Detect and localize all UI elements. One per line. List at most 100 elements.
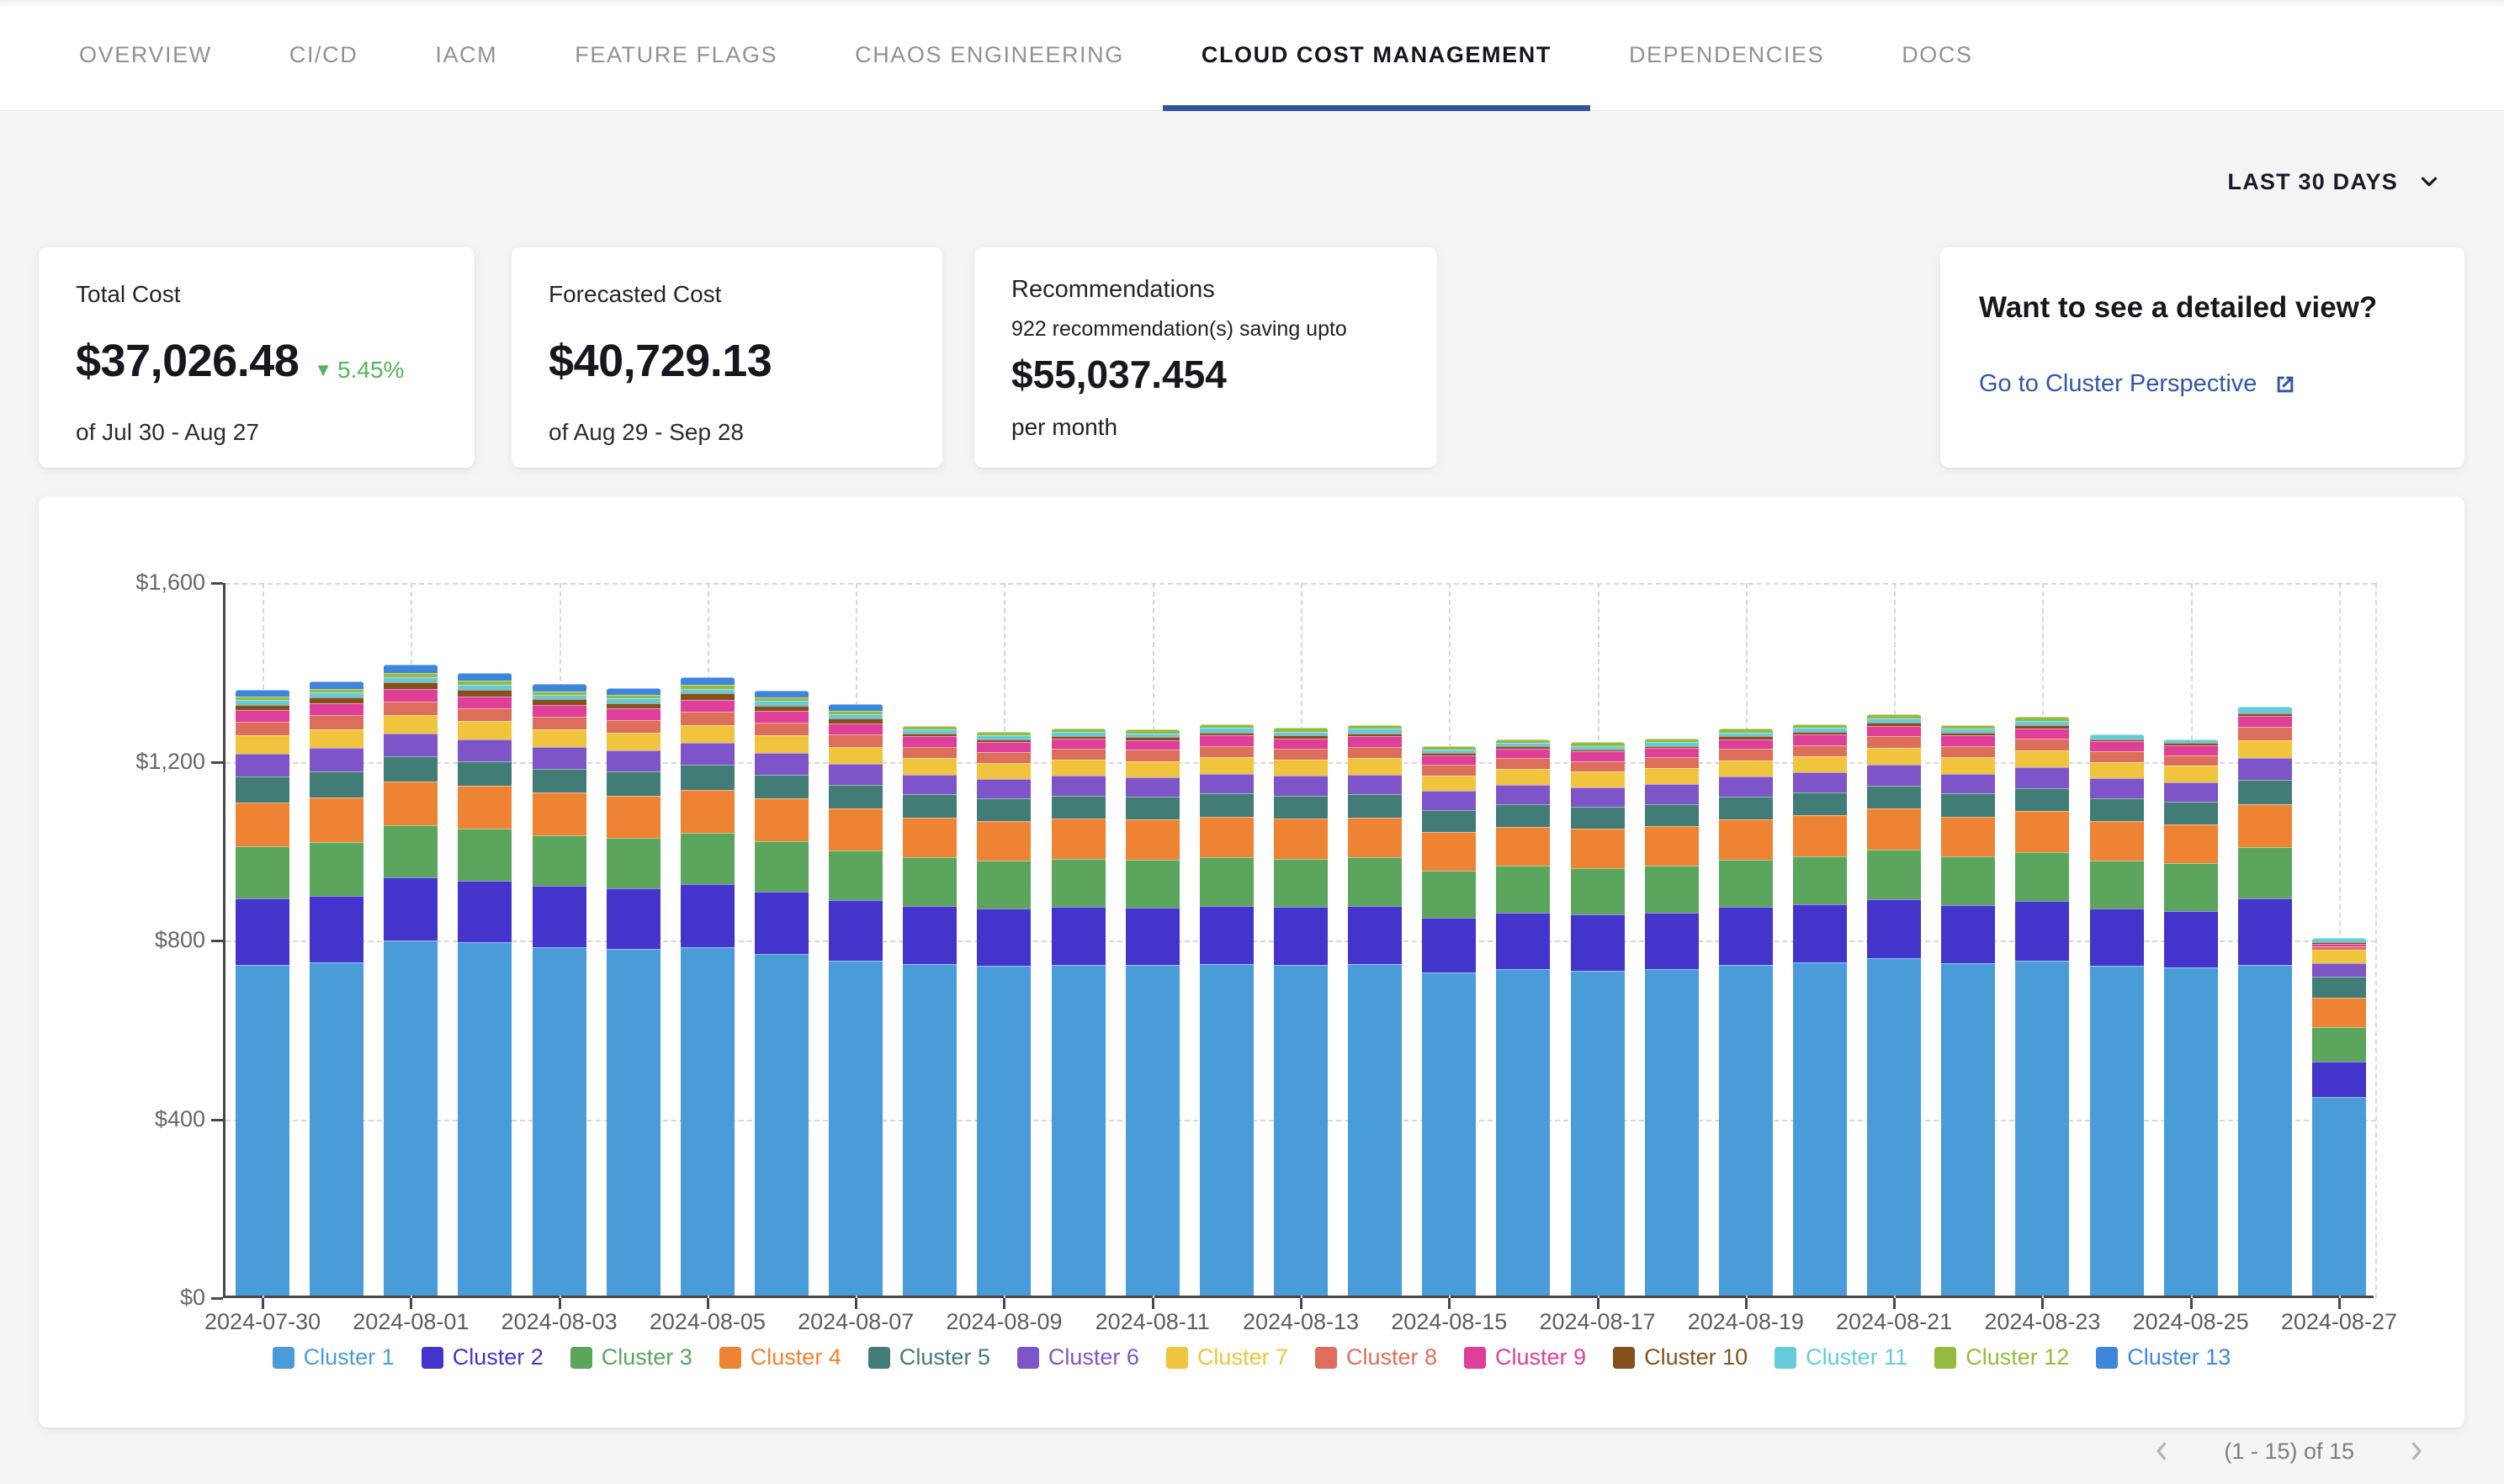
bar-segment-cluster-1-2024-08-23[interactable] [2015,961,2069,1296]
bar-segment-cluster-5-2024-08-08[interactable] [903,794,957,817]
bar-segment-cluster-6-2024-08-01[interactable] [384,734,438,756]
tab-dependencies[interactable]: DEPENDENCIES [1590,0,1863,110]
bar-segment-cluster-8-2024-08-10[interactable] [1052,749,1106,760]
bar-segment-cluster-9-2024-08-16[interactable] [1496,749,1550,758]
bar-segment-cluster-3-2024-08-27[interactable] [2312,1027,2366,1062]
bar-segment-cluster-1-2024-08-05[interactable] [681,947,735,1296]
bar-segment-cluster-5-2024-08-27[interactable] [2312,977,2366,998]
bar-segment-cluster-2-2024-08-09[interactable] [977,909,1031,966]
bar-segment-cluster-7-2024-08-19[interactable] [1719,761,1773,776]
bar-segment-cluster-2-2024-08-25[interactable] [2164,911,2218,967]
bar-segment-cluster-6-2024-08-26[interactable] [2238,758,2292,780]
bar-segment-cluster-9-2024-08-08[interactable] [903,736,957,746]
bar-segment-cluster-1-2024-08-04[interactable] [607,949,660,1296]
bar-segment-cluster-1-2024-08-03[interactable] [533,947,586,1296]
bar-segment-cluster-9-2024-08-26[interactable] [2238,716,2292,727]
bar-segment-cluster-7-2024-08-21[interactable] [1867,748,1921,765]
bar-segment-cluster-4-2024-08-11[interactable] [1126,819,1180,860]
tab-ci-cd[interactable]: CI/CD [251,0,397,110]
bar-segment-cluster-13-2024-08-02[interactable] [458,673,512,681]
bar-segment-cluster-9-2024-08-09[interactable] [977,742,1031,752]
bar-segment-cluster-7-2024-08-26[interactable] [2238,740,2292,758]
bar-segment-cluster-7-2024-08-06[interactable] [755,735,809,753]
bar-segment-cluster-7-2024-08-02[interactable] [458,721,512,739]
bar-segment-cluster-8-2024-08-17[interactable] [1571,761,1625,772]
bar-segment-cluster-9-2024-08-04[interactable] [607,708,660,720]
bar-segment-cluster-6-2024-08-23[interactable] [2015,767,2069,787]
bar-segment-cluster-3-2024-08-10[interactable] [1052,859,1106,907]
bar-segment-cluster-8-2024-08-07[interactable] [829,734,883,746]
bar-segment-cluster-9-2024-08-20[interactable] [1793,734,1847,745]
tab-chaos-engineering[interactable]: CHAOS ENGINEERING [816,0,1163,110]
bar-segment-cluster-2-2024-08-14[interactable] [1348,906,1402,964]
bar-segment-cluster-6-2024-08-22[interactable] [1941,774,1995,794]
bar-segment-cluster-3-2024-08-01[interactable] [384,825,438,878]
bar-segment-cluster-9-2024-08-03[interactable] [533,705,586,717]
legend-item-cluster-9[interactable]: Cluster 9 [1464,1344,1586,1370]
legend-item-cluster-12[interactable]: Cluster 12 [1934,1344,2069,1370]
bar-segment-cluster-4-2024-08-16[interactable] [1496,827,1550,867]
legend-item-cluster-10[interactable]: Cluster 10 [1613,1344,1748,1370]
bar-segment-cluster-8-2024-08-25[interactable] [2164,755,2218,766]
bar-segment-cluster-3-2024-08-26[interactable] [2238,847,2292,899]
legend-item-cluster-13[interactable]: Cluster 13 [2096,1344,2231,1370]
bar-segment-cluster-1-2024-08-27[interactable] [2312,1097,2366,1296]
bar-segment-cluster-1-2024-08-02[interactable] [458,942,512,1296]
bar-segment-cluster-8-2024-08-18[interactable] [1645,757,1699,768]
bar-segment-cluster-8-2024-08-14[interactable] [1348,747,1402,758]
bar-segment-cluster-4-2024-08-07[interactable] [829,808,883,850]
bar-segment-cluster-1-2024-08-26[interactable] [2238,965,2292,1296]
bar-segment-cluster-6-2024-08-17[interactable] [1571,787,1625,807]
bar-segment-cluster-2-2024-08-20[interactable] [1793,904,1847,962]
bar-segment-cluster-3-2024-08-12[interactable] [1200,857,1254,906]
tab-iacm[interactable]: IACM [396,0,536,110]
bar-segment-cluster-5-2024-08-20[interactable] [1793,792,1847,815]
bar-segment-cluster-2-2024-07-31[interactable] [310,896,363,963]
bar-segment-cluster-5-2024-08-25[interactable] [2164,802,2218,824]
bar-segment-cluster-6-2024-08-08[interactable] [903,775,957,795]
bar-segment-cluster-11-2024-08-26[interactable] [2238,707,2292,713]
bar-segment-cluster-13-2024-08-01[interactable] [384,665,438,673]
bar-segment-cluster-8-2024-07-31[interactable] [310,715,363,729]
bar-segment-cluster-8-2024-08-06[interactable] [755,723,809,735]
bar-segment-cluster-4-2024-08-04[interactable] [607,796,660,838]
legend-item-cluster-5[interactable]: Cluster 5 [868,1344,990,1370]
bar-segment-cluster-9-2024-08-22[interactable] [1941,735,1995,745]
bar-segment-cluster-2-2024-08-22[interactable] [1941,905,1995,963]
bar-segment-cluster-9-2024-08-13[interactable] [1274,739,1328,749]
bar-segment-cluster-6-2024-08-18[interactable] [1645,784,1699,803]
tab-cloud-cost-management[interactable]: CLOUD COST MANAGEMENT [1163,0,1590,110]
bar-segment-cluster-4-2024-08-10[interactable] [1052,819,1106,859]
bar-segment-cluster-1-2024-08-09[interactable] [977,966,1031,1296]
bar-segment-cluster-9-2024-08-12[interactable] [1200,735,1254,745]
bar-segment-cluster-5-2024-08-11[interactable] [1126,797,1180,819]
bar-segment-cluster-2-2024-08-13[interactable] [1274,907,1328,965]
bar-segment-cluster-6-2024-08-09[interactable] [977,779,1031,798]
bar-segment-cluster-8-2024-08-23[interactable] [2015,739,2069,750]
bar-segment-cluster-13-2024-08-05[interactable] [681,677,735,685]
bar-segment-cluster-2-2024-08-15[interactable] [1422,918,1476,973]
bar-segment-cluster-9-2024-08-11[interactable] [1126,740,1180,750]
bar-segment-cluster-8-2024-08-05[interactable] [681,712,735,724]
bar-segment-cluster-7-2024-08-17[interactable] [1571,771,1625,787]
bar-segment-cluster-9-2024-08-06[interactable] [755,711,809,723]
chevron-right-icon[interactable] [2403,1439,2428,1464]
bar-segment-cluster-2-2024-08-01[interactable] [384,877,438,940]
bar-segment-cluster-1-2024-08-06[interactable] [755,954,809,1296]
bar-segment-cluster-6-2024-07-31[interactable] [310,748,363,771]
bar-segment-cluster-4-2024-07-30[interactable] [236,803,289,846]
bar-segment-cluster-5-2024-08-01[interactable] [384,756,438,782]
bar-segment-cluster-2-2024-08-18[interactable] [1645,913,1699,969]
bar-segment-cluster-13-2024-08-03[interactable] [533,684,586,692]
bar-segment-cluster-4-2024-08-25[interactable] [2164,824,2218,864]
bar-segment-cluster-3-2024-08-23[interactable] [2015,852,2069,901]
bar-segment-cluster-4-2024-08-27[interactable] [2312,998,2366,1027]
bar-segment-cluster-1-2024-08-11[interactable] [1126,965,1180,1296]
bar-segment-cluster-7-2024-08-11[interactable] [1126,761,1180,777]
bar-segment-cluster-8-2024-08-19[interactable] [1719,749,1773,760]
bar-segment-cluster-8-2024-08-09[interactable] [977,752,1031,763]
bar-segment-cluster-2-2024-08-03[interactable] [533,886,586,946]
bar-segment-cluster-4-2024-08-20[interactable] [1793,815,1847,856]
bar-segment-cluster-10-2024-08-02[interactable] [458,690,512,697]
bar-segment-cluster-4-2024-07-31[interactable] [310,798,363,842]
